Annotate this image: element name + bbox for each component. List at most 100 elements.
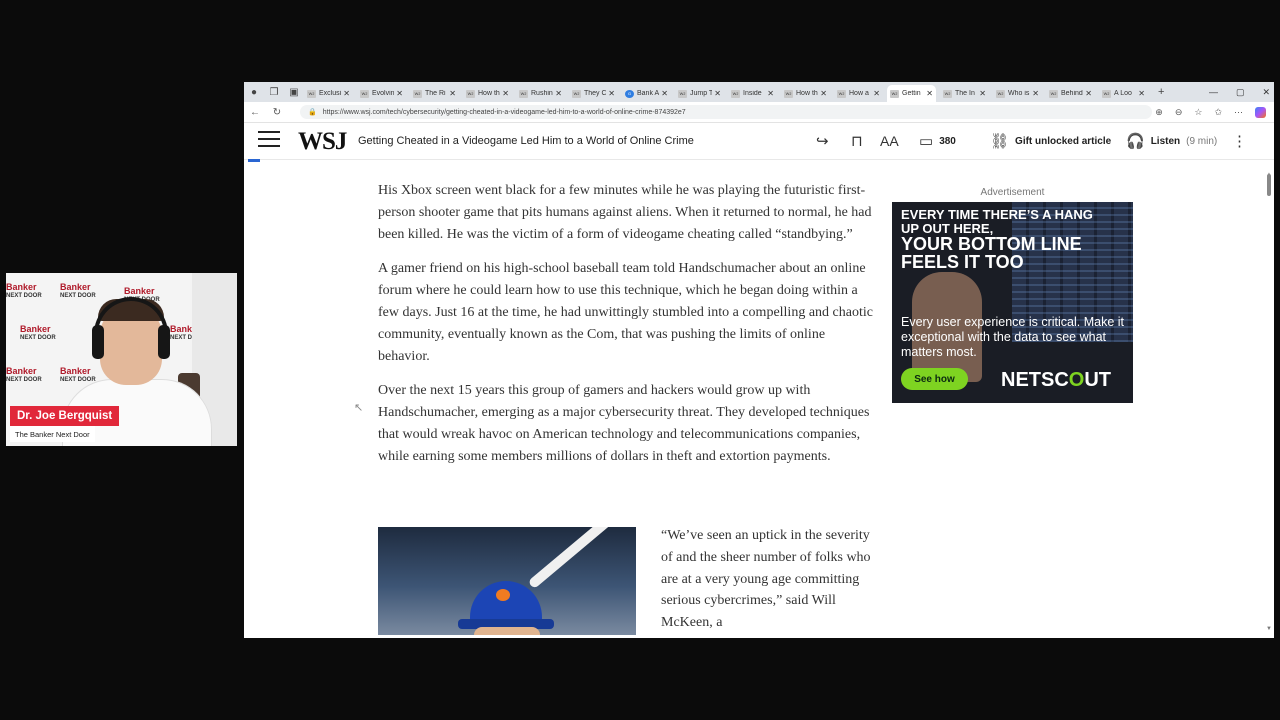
listen-button[interactable]: 🎧 Listen (9 min) xyxy=(1126,131,1217,151)
tab-label: Who is xyxy=(1008,90,1030,97)
url-field[interactable]: 🔒 https://www.wsj.com/tech/cybersecurity… xyxy=(300,105,1152,119)
tab-close-icon[interactable]: ✕ xyxy=(926,89,933,98)
gift-article-button[interactable]: ⛓ Gift unlocked article xyxy=(990,131,1111,151)
tab-favicon-icon: WJ xyxy=(890,89,899,98)
tab-10[interactable]: WJ How a ✕ xyxy=(834,85,883,102)
tab-15[interactable]: WJ A Loo ✕ xyxy=(1099,85,1148,102)
text-size-icon: AA xyxy=(880,133,899,149)
comment-icon: ▭ xyxy=(919,133,934,150)
tab-2[interactable]: WJ The Ri ✕ xyxy=(410,85,459,102)
tab-close-icon[interactable]: ✕ xyxy=(661,89,668,98)
gift-label: Gift unlocked article xyxy=(1015,135,1112,147)
tab-close-icon[interactable]: ✕ xyxy=(1032,89,1039,98)
tab-8[interactable]: WJ Inside ✕ xyxy=(728,85,777,102)
address-bar-icons: ⊕ ⊖ ☆ ✩ ⋯ xyxy=(1155,102,1266,122)
tab-4[interactable]: WJ Rushin ✕ xyxy=(516,85,565,102)
tab-13[interactable]: WJ Who is ✕ xyxy=(993,85,1042,102)
article-body: His Xbox screen went black for a few min… xyxy=(378,180,878,481)
advertisement[interactable]: EVERY TIME THERE’S A HANG UP OUT HERE, Y… xyxy=(892,202,1133,403)
bookmark-button[interactable]: ⊓ xyxy=(851,131,863,151)
tab-label: How th xyxy=(478,90,500,97)
menu-icon[interactable] xyxy=(258,131,280,149)
watermark-top: Banker xyxy=(6,282,37,292)
tab-label: A Loo xyxy=(1114,90,1132,97)
webcam-watermark: BankerNEXT DOOR xyxy=(60,367,96,385)
tab-bar: ● ❐ ▣ WJ Exclusi ✕ WJ Evolvin ✕ WJ The Ri ✕ WJ How… xyxy=(244,82,1274,102)
tab-close-icon[interactable]: ✕ xyxy=(979,89,986,98)
kebab-icon: ⋮ xyxy=(1232,133,1247,150)
ad-brand-logo: NETSCOUT xyxy=(1001,369,1111,392)
tab-close-icon[interactable]: ✕ xyxy=(396,89,403,98)
photo-face xyxy=(474,627,540,635)
tab-close-icon[interactable]: ✕ xyxy=(873,89,880,98)
tab-close-icon[interactable]: ✕ xyxy=(449,89,456,98)
tab-6[interactable]: G Bank A ✕ xyxy=(622,85,671,102)
tab-14[interactable]: WJ Behind ✕ xyxy=(1046,85,1095,102)
tab-close-icon[interactable]: ✕ xyxy=(502,89,509,98)
refresh-icon[interactable]: ↻ xyxy=(266,107,288,118)
workspaces-icon[interactable]: ❐ xyxy=(264,82,284,102)
ad-see-how-button[interactable]: See how xyxy=(901,368,968,390)
copilot-icon[interactable] xyxy=(1255,106,1266,118)
more-icon[interactable]: ⋯ xyxy=(1234,107,1243,118)
wsj-logo[interactable]: WSJ xyxy=(298,128,347,156)
scroll-down-icon[interactable]: ▼ xyxy=(1266,626,1272,632)
tab-favicon-icon: WJ xyxy=(572,89,581,98)
comments-button[interactable]: ▭ 380 xyxy=(919,131,956,151)
share-button[interactable]: ↪ xyxy=(816,131,829,151)
article-quote: “We’ve seen an uptick in the severity of… xyxy=(661,528,871,631)
tab-favicon-icon: G xyxy=(625,89,634,98)
listen-duration: (9 min) xyxy=(1186,135,1218,147)
tab-close-icon[interactable]: ✕ xyxy=(714,89,721,98)
minimize-icon[interactable]: — xyxy=(1209,87,1218,97)
tab-close-icon[interactable]: ✕ xyxy=(608,89,615,98)
tab-label: How th xyxy=(796,90,818,97)
tab-close-icon[interactable]: ✕ xyxy=(343,89,350,98)
tab-1[interactable]: WJ Evolvin ✕ xyxy=(357,85,406,102)
article-photo[interactable] xyxy=(378,527,636,635)
tab-favicon-icon: WJ xyxy=(307,89,316,98)
address-bar: ← ↻ 🔒 https://www.wsj.com/tech/cybersecu… xyxy=(244,102,1274,123)
brand-part-2: O xyxy=(1068,369,1085,391)
show-name: The Banker Next Door xyxy=(10,426,95,442)
tab-close-icon[interactable]: ✕ xyxy=(767,89,774,98)
tab-label: How a xyxy=(849,90,869,97)
favorite-star-icon[interactable]: ☆ xyxy=(1194,107,1202,118)
watermark-top: Banker xyxy=(60,282,91,292)
scroll-thumb[interactable] xyxy=(1267,174,1271,196)
tab-favicon-icon: WJ xyxy=(360,89,369,98)
tab-close-icon[interactable]: ✕ xyxy=(1138,89,1145,98)
presenter-name: Dr. Joe Bergquist xyxy=(10,406,120,426)
webcam-watermark: BankerNEXT DOOR xyxy=(6,367,42,385)
tab-close-icon[interactable]: ✕ xyxy=(1085,89,1092,98)
reader-icon[interactable]: ⊖ xyxy=(1175,107,1183,118)
text-size-button[interactable]: AA xyxy=(880,131,899,151)
tab-close-icon[interactable]: ✕ xyxy=(820,89,827,98)
tab-label: Behind xyxy=(1061,90,1083,97)
tab-actions-icon[interactable]: ▣ xyxy=(284,82,304,102)
tab-favicon-icon: WJ xyxy=(1049,89,1058,98)
tab-7[interactable]: WJ Jump T ✕ xyxy=(675,85,724,102)
watermark-top: Banker xyxy=(6,366,37,376)
new-tab-icon[interactable]: + xyxy=(1158,86,1164,98)
tab-12[interactable]: WJ The In ✕ xyxy=(940,85,989,102)
article-paragraph: Over the next 15 years this group of gam… xyxy=(378,383,870,464)
tab-9[interactable]: WJ How th ✕ xyxy=(781,85,830,102)
webcam-watermark: BankerNEXT DOOR xyxy=(60,283,96,301)
back-icon[interactable]: ← xyxy=(244,107,266,118)
more-options-button[interactable]: ⋮ xyxy=(1232,131,1247,151)
tab-close-icon[interactable]: ✕ xyxy=(555,89,562,98)
favorites-icon[interactable]: ✩ xyxy=(1214,107,1222,118)
tab-5[interactable]: WJ They C ✕ xyxy=(569,85,618,102)
url-text: https://www.wsj.com/tech/cybersecurity/g… xyxy=(322,108,686,116)
profile-icon[interactable]: ● xyxy=(244,82,264,102)
share-icon: ↪ xyxy=(816,133,829,150)
tab-0[interactable]: WJ Exclusi ✕ xyxy=(304,85,353,102)
tab-3[interactable]: WJ How th ✕ xyxy=(463,85,512,102)
close-window-icon[interactable]: ✕ xyxy=(1262,87,1270,98)
photo-bat xyxy=(527,527,619,590)
zoom-icon[interactable]: ⊕ xyxy=(1155,107,1163,118)
page-scrollbar[interactable]: ▲ ▼ xyxy=(1266,172,1272,632)
tab-11[interactable]: WJ Gettin ✕ xyxy=(887,85,936,102)
maximize-icon[interactable]: ▢ xyxy=(1236,87,1245,98)
